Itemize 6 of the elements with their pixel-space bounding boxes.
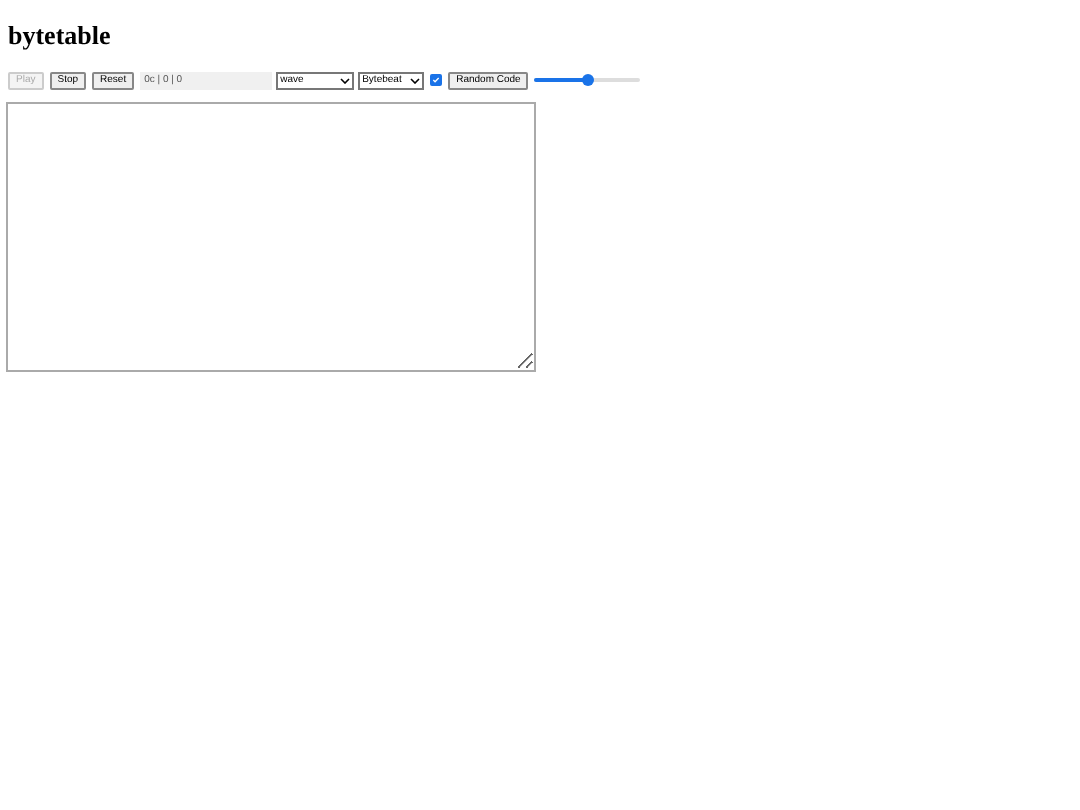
caret-icon [410, 77, 421, 83]
caret-icon [340, 77, 351, 83]
slider-thumb[interactable] [581, 74, 594, 86]
code-editor[interactable] [6, 102, 536, 372]
checkbox[interactable] [430, 74, 443, 86]
page-title: bytetable [6, 18, 113, 54]
